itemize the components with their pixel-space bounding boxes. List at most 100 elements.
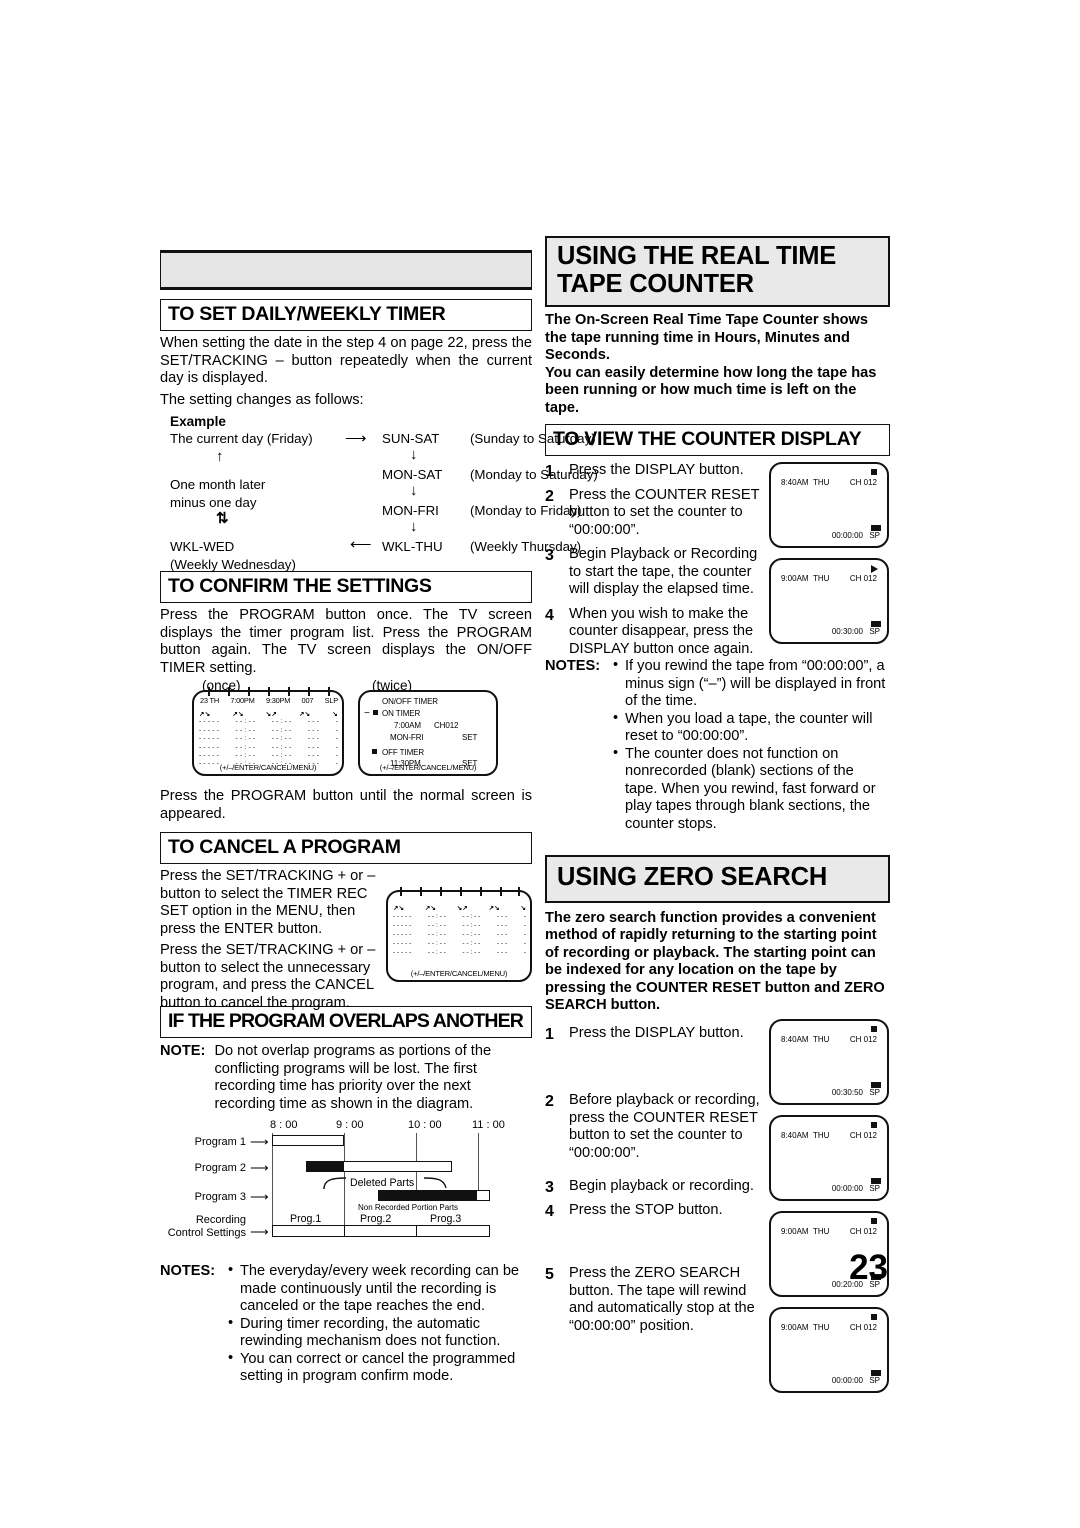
cassette-icon: [871, 525, 881, 532]
tv-screen-counter-1: 8:40AM THU CH 012 00:00:00 SP: [769, 462, 889, 549]
step-number: 3: [545, 1179, 554, 1197]
timeline-row-label-0: Program 1: [194, 1136, 246, 1148]
cassette-icon: [871, 621, 881, 628]
step-text: Press the STOP button.: [569, 1201, 723, 1218]
on-timer-label: ON TIMER: [382, 709, 421, 718]
example-label: Example: [170, 414, 226, 429]
zero-search-intro: The zero search function provides a conv…: [545, 909, 885, 1014]
counter-notes: NOTES: If you rewind the tape from “00:0…: [545, 657, 890, 834]
arrow-right-icon-p1: ⟶: [250, 1134, 269, 1149]
plist-hdr-start: 7:00PM: [230, 696, 255, 705]
flow-one-month-later: One month later: [170, 477, 266, 492]
timeline-time-1: 9 : 00: [336, 1119, 364, 1131]
step-text: Begin playback or recording.: [569, 1178, 754, 1195]
onoff-title: ON/OFF TIMER: [382, 697, 438, 706]
plist-hdr-stop: 9:30PM: [265, 696, 291, 705]
screen-speed: SP: [869, 1375, 880, 1385]
off-timer-bullet-icon: [372, 748, 377, 757]
screen-channel: CH 012: [849, 1034, 877, 1044]
screen-channel: CH 012: [849, 1322, 877, 1332]
cancel-rows: ↗↘ ↗↘ ↘↗ ↗↘ ↘ - - - - -- - : - -- - : - -- -…: [393, 905, 526, 956]
step-text: Begin Playback or Recording to start the…: [569, 546, 758, 598]
arrow-up-icon-1: ↑: [216, 448, 224, 465]
list-item: During timer recording, the automatic re…: [228, 1315, 532, 1351]
daily-weekly-body2: The setting changes as follows:: [160, 391, 364, 408]
cancel-body: Press the SET/TRACKING + or – button to …: [160, 868, 376, 937]
overlap-note: NOTE: Do not overlap programs as portion…: [160, 1043, 532, 1113]
step-text: Press the DISPLAY button.: [569, 1024, 744, 1041]
program-list-header: 23 TH 7:00PM 9:30PM 007 SLP: [200, 696, 338, 705]
table-row: - - - - -- - : - -- - : - -- - --: [199, 718, 338, 726]
right-column: USING THE REAL TIME TAPE COUNTER The On-…: [545, 236, 890, 1401]
flow-current-day: The current day (Friday): [170, 431, 313, 446]
screen-time: 9:00AM: [781, 1322, 809, 1332]
table-row: - - - - -- - : - -- - : - -- - --: [393, 922, 526, 929]
continuation-banner: [160, 250, 532, 290]
tv-screen-zero-2: 8:40AM THU CH 012 00:00:00 SP: [769, 1114, 889, 1201]
screen-time: 8:40AM: [781, 1034, 809, 1044]
overlap-note-text: Do not overlap programs as portions of t…: [214, 1043, 492, 1112]
program-list-rows: ↗↘ ↗↘ ↘↗ ↗↘ ↘ - - - - -- - : - -- - : - -- -…: [199, 710, 338, 769]
list-item: You can correct or cancel the programmed…: [228, 1350, 532, 1386]
timeline-result-bar: [272, 1225, 490, 1237]
step-number: 1: [545, 1025, 554, 1043]
step-text: Press the ZERO SEARCH button. The tape w…: [569, 1265, 755, 1334]
screen-counter: 00:30:50: [831, 1087, 863, 1097]
program-list-footer: (+/–/ENTER/CANCEL/MENU): [219, 763, 317, 772]
step-number: 4: [545, 606, 554, 624]
left-column: TO SET DAILY/WEEKLY TIMER When setting t…: [160, 250, 598, 1386]
timeline-time-0: 8 : 00: [270, 1119, 298, 1131]
step-text: When you wish to make the counter disapp…: [569, 605, 754, 657]
list-item: The counter does not function on nonreco…: [613, 745, 890, 834]
screen-day: THU: [813, 1226, 830, 1236]
zs-step-3: 3 Begin playback or recording.: [545, 1178, 767, 1196]
step-number: 3: [545, 547, 554, 565]
tv-screen-cancel-program: ↗↘ ↗↘ ↘↗ ↗↘ ↘ - - - - -- - : - -- - : - -- -…: [386, 887, 532, 982]
stop-icon: [871, 1313, 877, 1320]
timeline-row-label-2: Program 3: [194, 1191, 246, 1203]
zs-step-4: 4 Press the STOP button.: [545, 1202, 767, 1220]
plist-hdr-speed: SLP: [324, 696, 339, 705]
step-number: 5: [545, 1266, 554, 1284]
stop-icon: [871, 1025, 877, 1032]
flow-code-2: MON-FRI: [382, 503, 439, 518]
timeline-result-1: Prog.2: [360, 1213, 392, 1225]
play-icon: [871, 565, 878, 574]
step-text: Before playback or recording, press the …: [569, 1092, 760, 1161]
flow-code-3: WKL-THU: [382, 539, 443, 554]
timeline-time-3: 11 : 00: [472, 1119, 505, 1131]
tv-screen-zero-4: 9:00AM THU CH 012 00:00:00 SP: [769, 1306, 889, 1393]
list-item: If you rewind the tape from “00:00:00”, …: [613, 657, 890, 711]
plist-hdr-ch: 007: [301, 696, 314, 705]
table-row: - - - - -- - : - -- - : - -- - --: [199, 735, 338, 743]
tv-screen-program-list: 23 TH 7:00PM 9:30PM 007 SLP ↗↘ ↗↘ ↘↗ ↗↘ ↘ - …: [192, 687, 344, 776]
tv-screen-zero-1: 8:40AM THU CH 012 00:30:50 SP: [769, 1018, 889, 1105]
screen-day: THU: [813, 1130, 830, 1140]
flow-code-0: SUN-SAT: [382, 431, 440, 446]
deleted-parts-leader-lines: [323, 1177, 447, 1190]
left-notes: NOTES: The everyday/every week recording…: [160, 1262, 532, 1386]
tv-screen-onoff-timer: ON/OFF TIMER − ON TIMER 7:00AM CH012 MON…: [358, 690, 498, 776]
step-4: 4 When you wish to make the counter disa…: [545, 606, 767, 659]
on-timer-days: MON-FRI: [390, 733, 424, 742]
step-3: 3 Begin Playback or Recording to start t…: [545, 546, 767, 599]
timeline-recording-label-1: Recording: [195, 1214, 246, 1226]
view-counter-block: 1 Press the DISPLAY button. 2 Press the …: [545, 462, 890, 658]
table-row: - - - - -- - : - -- - : - -- - --: [393, 913, 526, 920]
arrow-left-icon: ⟵: [350, 536, 372, 553]
page-number: 23: [849, 1248, 888, 1287]
left-notes-label: NOTES:: [160, 1263, 216, 1279]
cancel-body2: Press the SET/TRACKING + or – button to …: [160, 942, 376, 1011]
title-using-real-time-tape-counter: USING THE REAL TIME TAPE COUNTER: [545, 236, 890, 308]
list-item: The everyday/every week recording can be…: [228, 1262, 532, 1316]
step-text: Press the DISPLAY button.: [569, 462, 744, 479]
timeline-result-2: Prog.3: [430, 1213, 462, 1225]
screen-counter: 00:00:00: [831, 1183, 863, 1193]
heading-to-confirm-the-settings: TO CONFIRM THE SETTINGS: [160, 571, 532, 603]
step-number: 2: [545, 1093, 554, 1111]
table-row: - - - - -- - : - -- - : - -- - --: [393, 940, 526, 947]
timeline-result-0: Prog.1: [290, 1213, 322, 1225]
screen-speed: SP: [869, 1087, 880, 1097]
screen-channel: CH 012: [849, 574, 877, 584]
tv-screen-counter-2: 9:00AM THU CH 012 00:30:00 SP: [769, 558, 889, 645]
